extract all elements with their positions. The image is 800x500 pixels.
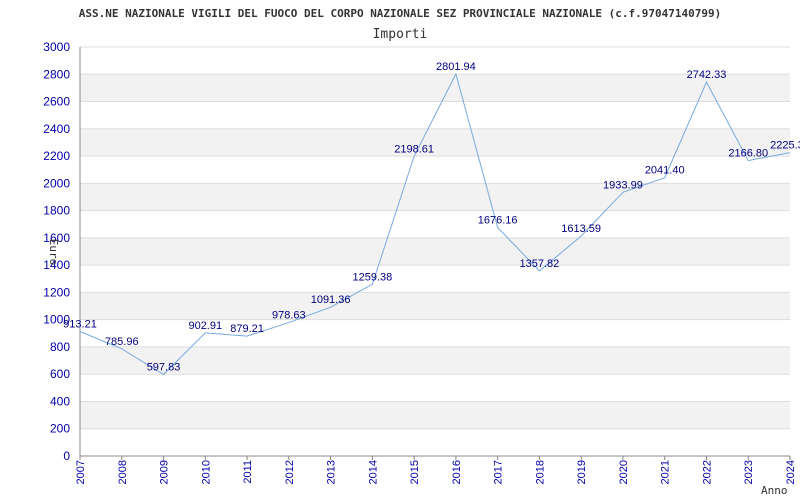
x-tick-label: 2008 xyxy=(117,460,129,484)
y-tick-label: 2400 xyxy=(43,122,70,136)
data-label: 1259.38 xyxy=(352,271,392,283)
x-tick-label: 2011 xyxy=(242,460,254,484)
x-tick-label: 2022 xyxy=(701,460,713,484)
x-tick-label: 2021 xyxy=(660,460,672,484)
data-label: 902.91 xyxy=(188,320,222,332)
y-tick-label: 1800 xyxy=(43,204,70,218)
x-tick-label: 2014 xyxy=(367,460,379,484)
x-tick-label: 2023 xyxy=(743,460,755,484)
chart-title: ASS.NE NAZIONALE VIGILI DEL FUOCO DEL CO… xyxy=(79,7,721,20)
data-label: 1613.59 xyxy=(561,223,601,235)
y-tick-label: 600 xyxy=(50,367,70,381)
data-label: 1091.36 xyxy=(311,294,351,306)
data-label: 597.83 xyxy=(147,361,181,373)
data-label: 2801.94 xyxy=(436,61,476,73)
grid-band xyxy=(80,292,790,320)
y-axis-label: Euro xyxy=(47,239,60,266)
x-tick-label: 2012 xyxy=(284,460,296,484)
x-tick-label: 2010 xyxy=(200,460,212,484)
y-tick-label: 3000 xyxy=(43,40,70,54)
y-tick-label: 2600 xyxy=(43,95,70,109)
data-labels: 913.21 785.96 597.83 902.91 879.21 978.63 1091… xyxy=(63,61,800,373)
x-tick-label: 2016 xyxy=(451,460,463,484)
data-label: 1676.16 xyxy=(478,214,518,226)
chart-subtitle: Importi xyxy=(373,27,428,42)
grid-band xyxy=(80,183,790,211)
x-tick-label: 2019 xyxy=(576,460,588,484)
grid-band xyxy=(80,401,790,429)
x-tick-label: 2015 xyxy=(409,460,421,484)
data-label: 913.21 xyxy=(63,318,97,330)
data-label: 785.96 xyxy=(105,336,139,348)
line-chart: 0200400600800100012001400160018002000220… xyxy=(43,7,800,497)
y-tick-label: 1200 xyxy=(43,285,70,299)
data-label: 2198.61 xyxy=(394,143,434,155)
x-tick-label: 2009 xyxy=(159,460,171,484)
grid-band xyxy=(80,237,790,266)
data-label: 978.63 xyxy=(272,310,306,322)
y-tick-label: 400 xyxy=(50,394,70,408)
x-tick-label: 2007 xyxy=(75,460,87,484)
x-tick-label: 2018 xyxy=(534,460,546,484)
data-label: 2742.33 xyxy=(687,69,727,81)
x-tick-label: 2013 xyxy=(326,460,338,484)
x-tick-label: 2020 xyxy=(618,460,630,484)
y-tick-label: 2000 xyxy=(43,176,70,190)
x-tick-label: 2024 xyxy=(785,460,797,484)
grid-band xyxy=(80,128,790,157)
grid-band xyxy=(80,74,790,102)
x-axis-label: Anno xyxy=(761,484,788,497)
y-tick-label: 0 xyxy=(63,449,70,463)
data-label: 2041.40 xyxy=(645,165,685,177)
data-label: 1357.82 xyxy=(520,258,560,270)
y-tick-label: 200 xyxy=(50,422,70,436)
data-label: 2166.80 xyxy=(728,148,768,160)
x-tick-label: 2017 xyxy=(493,460,505,484)
y-tick-label: 2200 xyxy=(43,149,70,163)
data-label: 1933.99 xyxy=(603,179,643,191)
y-tick-label: 2800 xyxy=(43,67,70,81)
data-label: 2225.30 xyxy=(770,140,800,152)
series-line xyxy=(79,72,791,376)
data-label: 879.21 xyxy=(230,323,264,335)
y-tick-label: 800 xyxy=(50,340,70,354)
x-axis-ticks: 2007 2008 2009 2010 2011 2012 2013 2014 2015 2016… xyxy=(75,456,797,484)
grid-bands xyxy=(80,74,790,429)
